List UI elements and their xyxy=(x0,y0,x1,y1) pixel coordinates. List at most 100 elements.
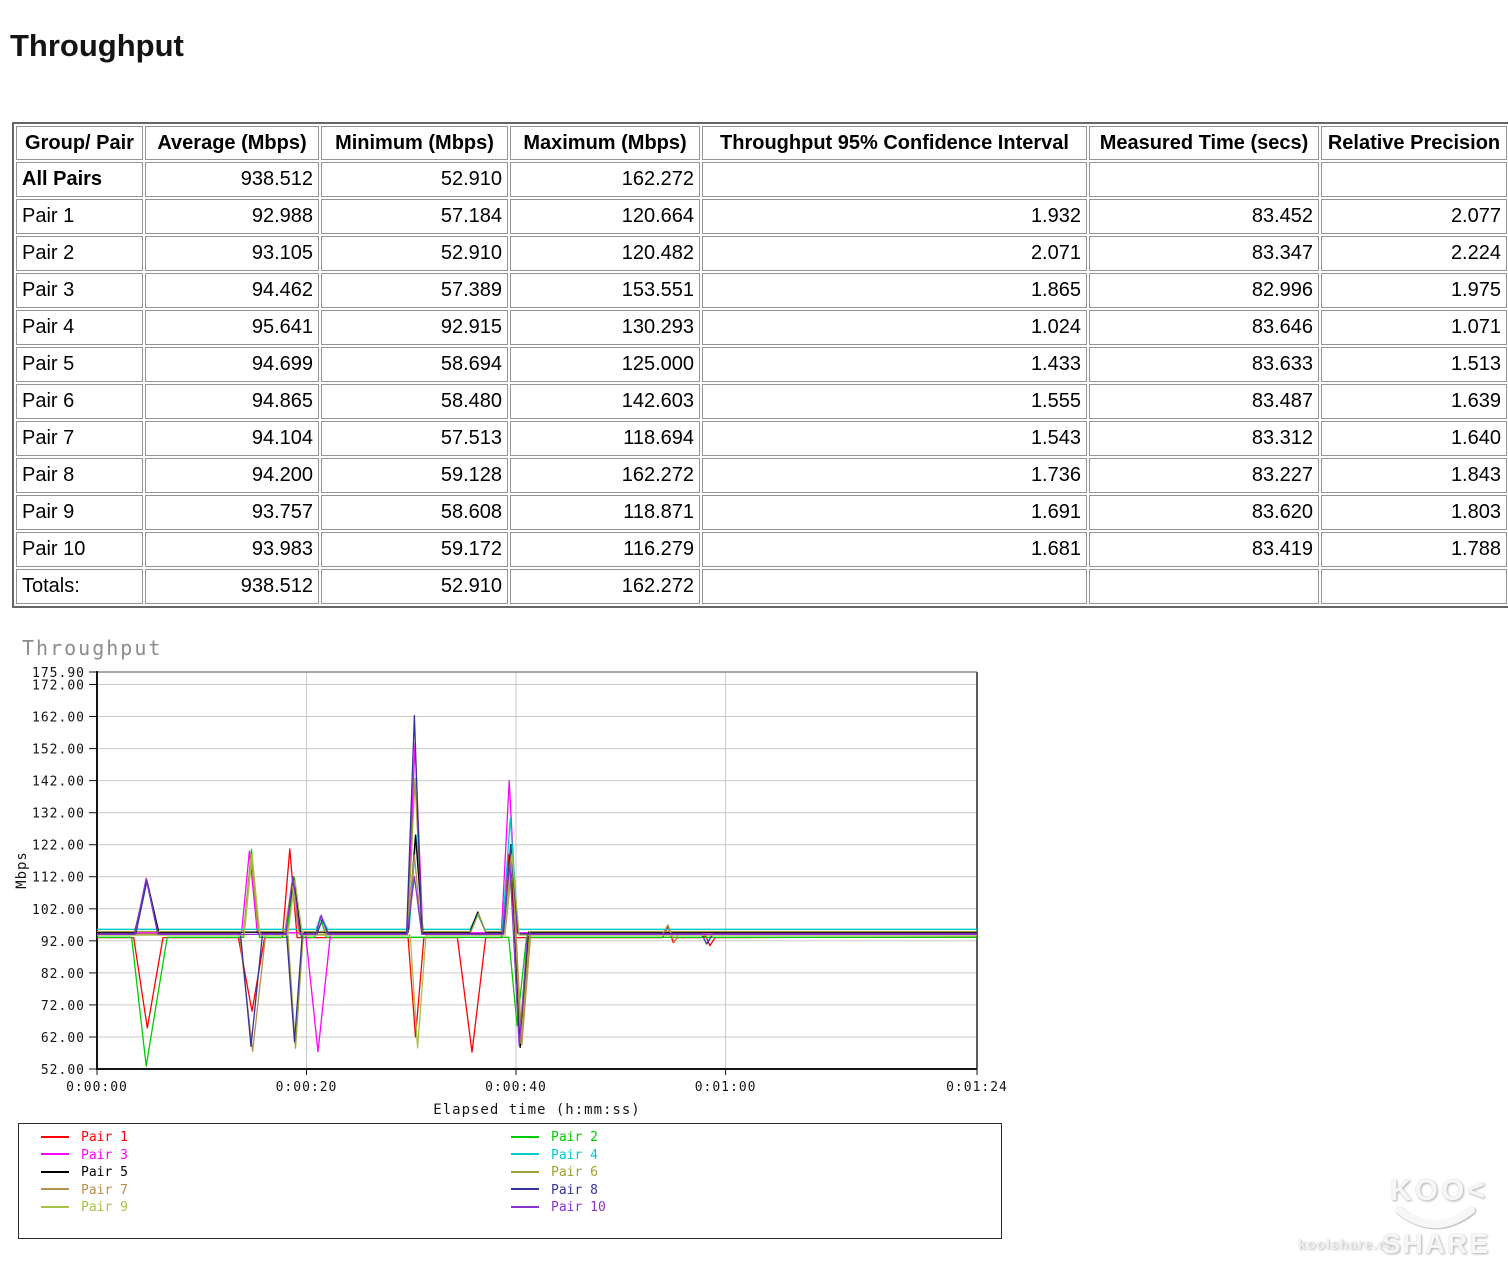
legend-label: Pair 8 xyxy=(551,1183,598,1198)
cell-value: 1.681 xyxy=(702,532,1087,567)
table-row: Pair 495.64192.915130.2931.02483.6461.07… xyxy=(16,310,1507,345)
table-row: Totals:938.51252.910162.272 xyxy=(16,569,1507,604)
cell-value: 83.620 xyxy=(1089,495,1319,530)
row-label: Pair 1 xyxy=(16,199,143,234)
table-row: All Pairs938.51252.910162.272 xyxy=(16,162,1507,197)
cell-value: 83.227 xyxy=(1089,458,1319,493)
cell-value: 92.915 xyxy=(321,310,508,345)
series-pair-7 xyxy=(97,855,977,1051)
row-label: Pair 2 xyxy=(16,236,143,271)
cell-value: 82.996 xyxy=(1089,273,1319,308)
cell-value: 83.633 xyxy=(1089,347,1319,382)
legend-line-icon xyxy=(41,1171,69,1173)
y-tick-label: 132.00 xyxy=(32,807,85,822)
y-tick-label: 62.00 xyxy=(41,1031,85,1046)
series-pair-1 xyxy=(97,849,977,1052)
legend-item-pair-5: Pair 5 xyxy=(41,1164,128,1182)
series-pair-2 xyxy=(97,850,977,1067)
cell-value: 83.347 xyxy=(1089,236,1319,271)
watermark-kool-text: KOO< xyxy=(1390,1174,1488,1208)
legend-item-pair-8: Pair 8 xyxy=(511,1182,598,1200)
legend-item-pair-7: Pair 7 xyxy=(41,1182,128,1200)
cell-value: 93.105 xyxy=(145,236,319,271)
y-tick-label: 102.00 xyxy=(32,903,85,918)
series-pair-3 xyxy=(97,744,977,1052)
cell-value: 58.608 xyxy=(321,495,508,530)
row-label: Pair 9 xyxy=(16,495,143,530)
column-header: Relative Precision xyxy=(1321,126,1507,160)
cell-value: 1.433 xyxy=(702,347,1087,382)
cell-value: 938.512 xyxy=(145,162,319,197)
cell-value: 1.024 xyxy=(702,310,1087,345)
cell-value: 52.910 xyxy=(321,569,508,604)
series-pair-8 xyxy=(97,716,977,1047)
cell-value: 92.988 xyxy=(145,199,319,234)
legend-label: Pair 10 xyxy=(551,1200,606,1215)
chart-legend: Pair 1Pair 2Pair 3Pair 4Pair 5Pair 6Pair… xyxy=(18,1123,1002,1239)
y-tick-label: 92.00 xyxy=(41,935,85,950)
y-tick-label: 152.00 xyxy=(32,743,85,758)
cell-value: 1.513 xyxy=(1321,347,1507,382)
cell-value: 938.512 xyxy=(145,569,319,604)
row-label: Pair 8 xyxy=(16,458,143,493)
row-label: Pair 3 xyxy=(16,273,143,308)
chart-title: Throughput xyxy=(22,636,162,660)
cell-value: 1.543 xyxy=(702,421,1087,456)
cell-value: 1.691 xyxy=(702,495,1087,530)
cell-value: 118.871 xyxy=(510,495,700,530)
cell-value: 58.694 xyxy=(321,347,508,382)
cell-value: 116.279 xyxy=(510,532,700,567)
table-row: Pair 192.98857.184120.6641.93283.4522.07… xyxy=(16,199,1507,234)
table-row: Pair 293.10552.910120.4822.07183.3472.22… xyxy=(16,236,1507,271)
cell-value: 1.803 xyxy=(1321,495,1507,530)
column-header: Measured Time (secs) xyxy=(1089,126,1319,160)
cell-value: 95.641 xyxy=(145,310,319,345)
row-label: Pair 5 xyxy=(16,347,143,382)
cell-value: 120.482 xyxy=(510,236,700,271)
legend-line-icon xyxy=(511,1171,539,1173)
cell-value xyxy=(1089,162,1319,197)
legend-item-pair-1: Pair 1 xyxy=(41,1129,128,1147)
cell-value: 1.736 xyxy=(702,458,1087,493)
table-row: Pair 894.20059.128162.2721.73683.2271.84… xyxy=(16,458,1507,493)
y-tick-label: 122.00 xyxy=(32,839,85,854)
series-pair-6 xyxy=(97,779,977,1048)
y-tick-label: 82.00 xyxy=(41,967,85,982)
row-label: All Pairs xyxy=(16,162,143,197)
throughput-table: Group/ PairAverage (Mbps)Minimum (Mbps)M… xyxy=(12,122,1508,608)
cell-value: 59.172 xyxy=(321,532,508,567)
cell-value: 1.788 xyxy=(1321,532,1507,567)
cell-value: 162.272 xyxy=(510,162,700,197)
cell-value: 1.975 xyxy=(1321,273,1507,308)
y-axis-label: Mbps xyxy=(14,851,30,889)
table-row: Pair 694.86558.480142.6031.55583.4871.63… xyxy=(16,384,1507,419)
legend-label: Pair 3 xyxy=(81,1148,128,1163)
cell-value: 93.757 xyxy=(145,495,319,530)
cell-value: 59.128 xyxy=(321,458,508,493)
y-tick-label: 112.00 xyxy=(32,871,85,886)
cell-value: 57.184 xyxy=(321,199,508,234)
cell-value xyxy=(1321,162,1507,197)
legend-label: Pair 2 xyxy=(551,1130,598,1145)
column-header: Minimum (Mbps) xyxy=(321,126,508,160)
legend-line-icon xyxy=(41,1206,69,1208)
cell-value: 118.694 xyxy=(510,421,700,456)
cell-value: 52.910 xyxy=(321,236,508,271)
row-label: Pair 4 xyxy=(16,310,143,345)
cell-value: 2.077 xyxy=(1321,199,1507,234)
table-body: All Pairs938.51252.910162.272Pair 192.98… xyxy=(16,162,1507,604)
legend-item-pair-9: Pair 9 xyxy=(41,1199,128,1217)
legend-label: Pair 7 xyxy=(81,1183,128,1198)
legend-item-pair-10: Pair 10 xyxy=(511,1199,606,1217)
legend-label: Pair 9 xyxy=(81,1200,128,1215)
cell-value xyxy=(702,569,1087,604)
row-label: Totals: xyxy=(16,569,143,604)
table-row: Pair 394.46257.389153.5511.86582.9961.97… xyxy=(16,273,1507,308)
legend-item-pair-3: Pair 3 xyxy=(41,1147,128,1165)
cell-value: 83.419 xyxy=(1089,532,1319,567)
report-page: Throughput Group/ PairAverage (Mbps)Mini… xyxy=(0,0,1508,1274)
x-tick-label: 0:00:00 xyxy=(66,1080,128,1095)
cell-value: 142.603 xyxy=(510,384,700,419)
legend-item-pair-6: Pair 6 xyxy=(511,1164,598,1182)
cell-value: 57.513 xyxy=(321,421,508,456)
